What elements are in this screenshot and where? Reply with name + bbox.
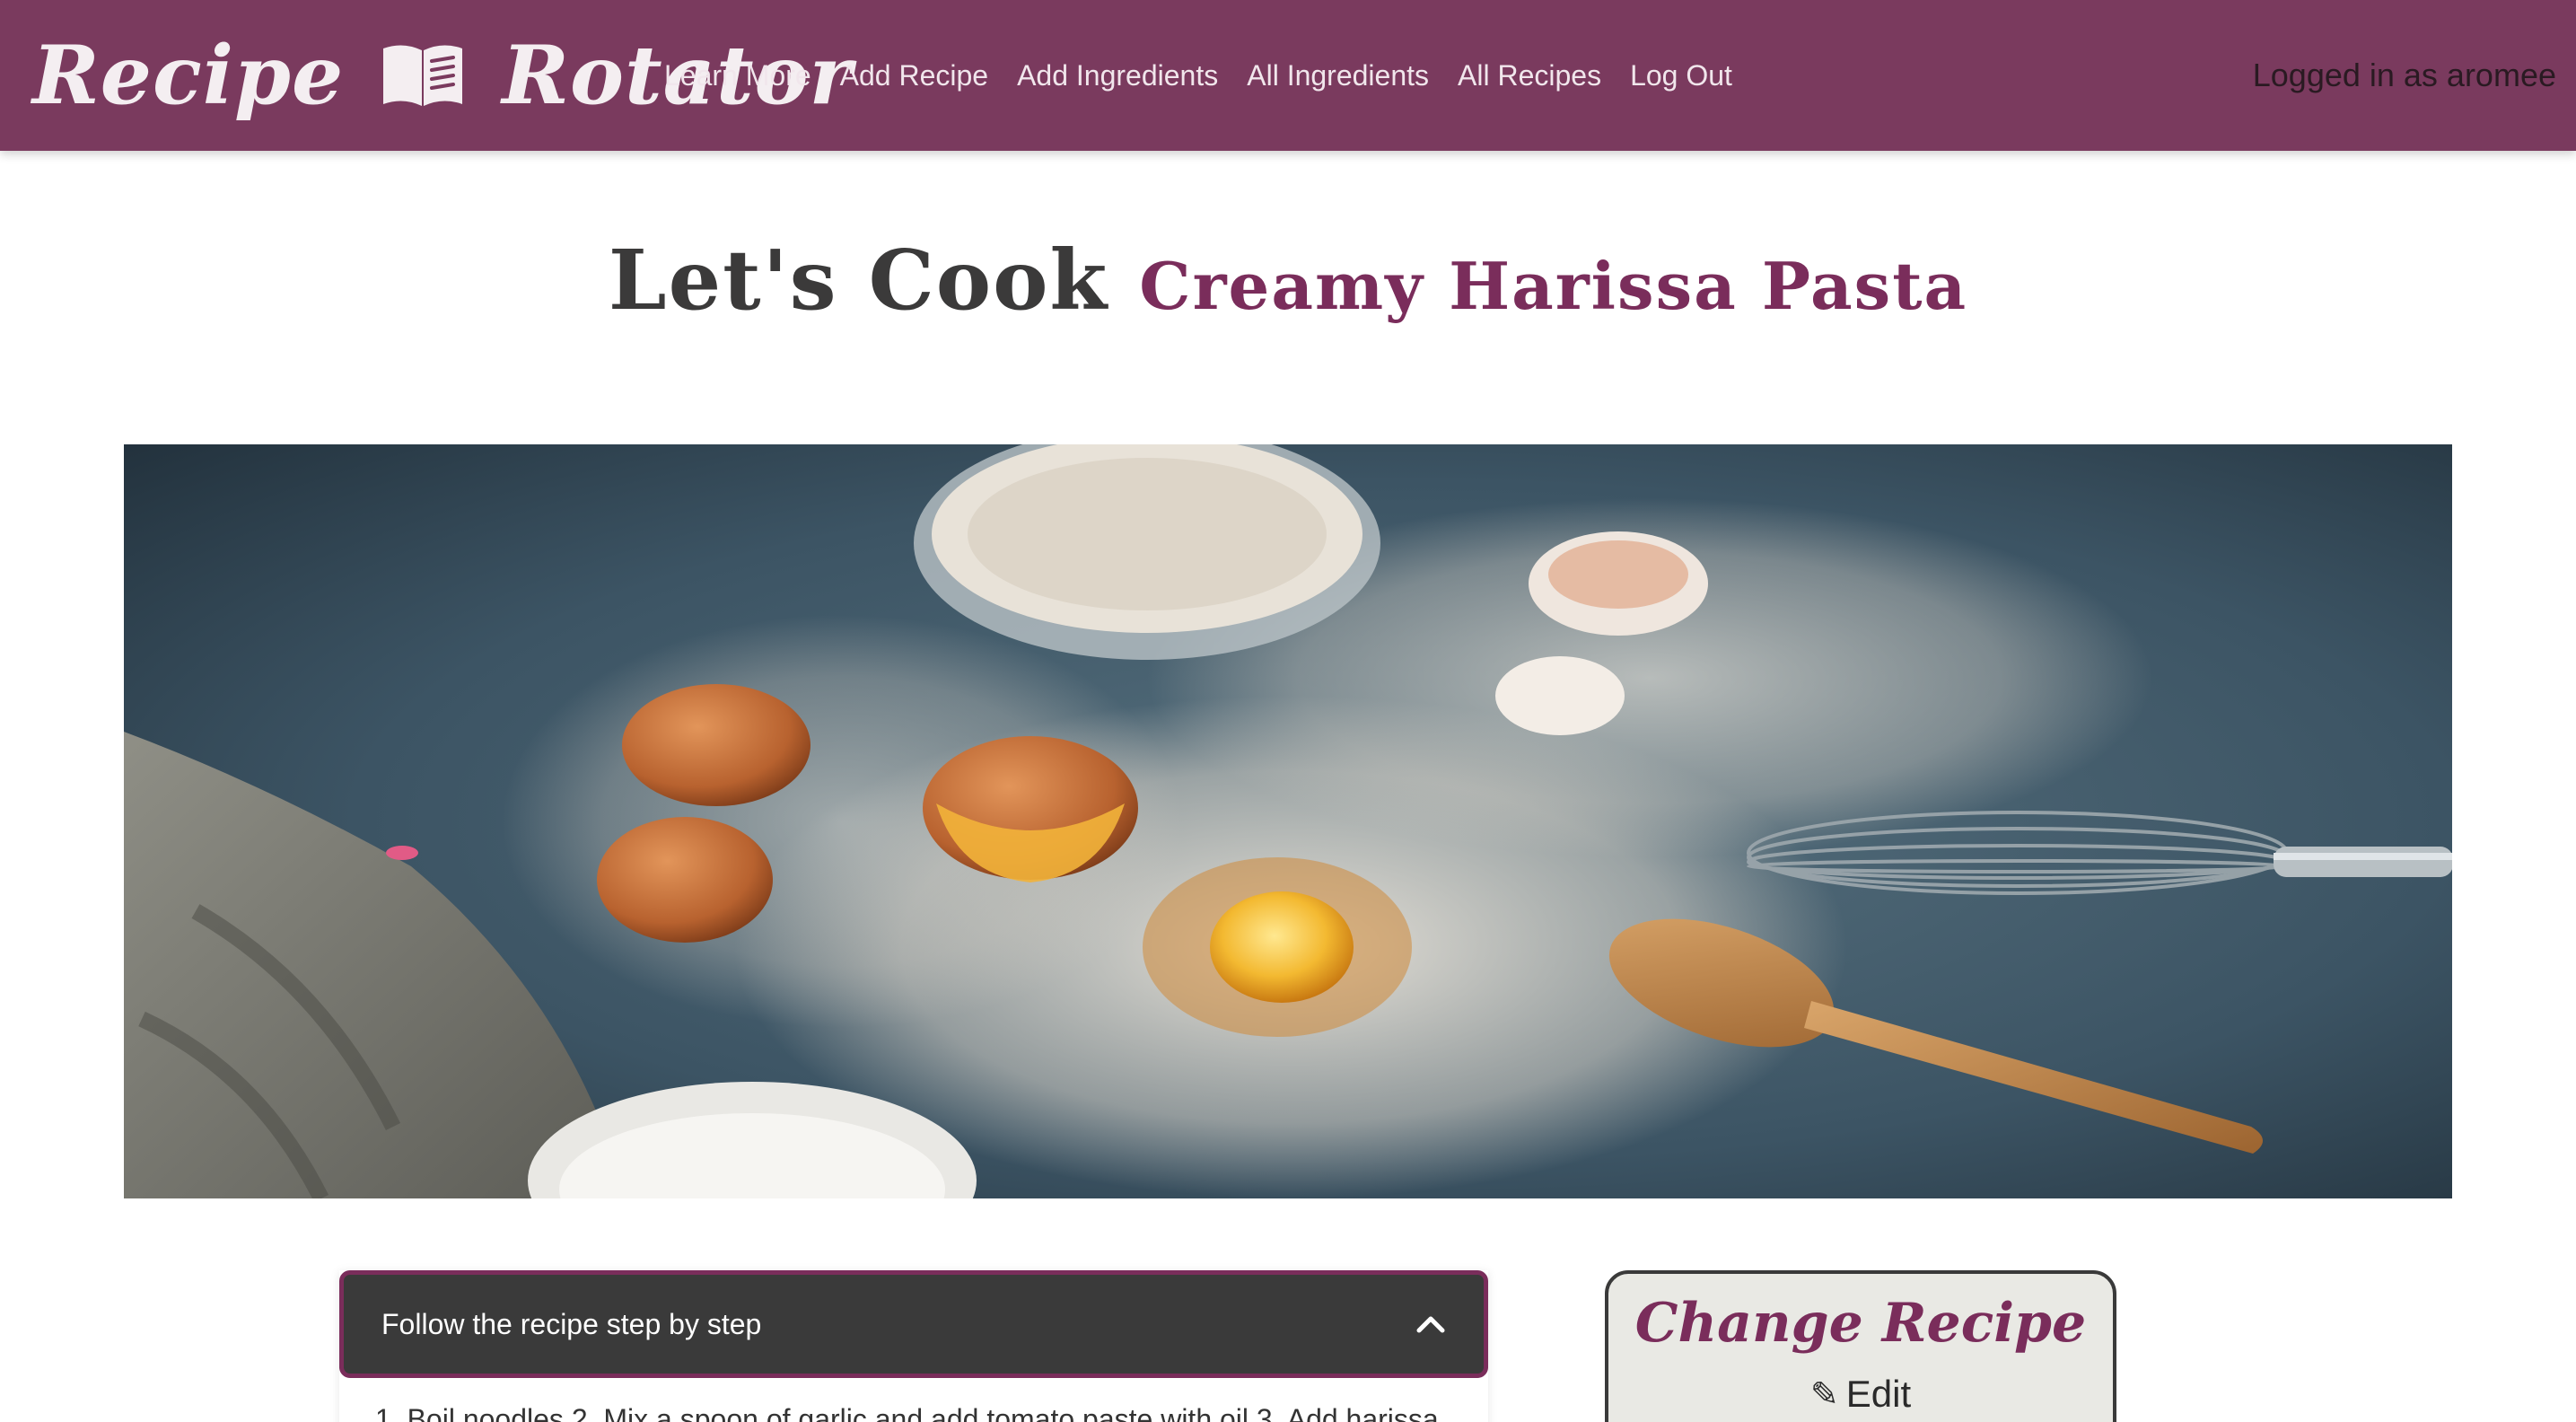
nav-link-all-ingredients[interactable]: All Ingredients bbox=[1247, 59, 1429, 92]
edit-recipe-link[interactable]: ✎ Edit bbox=[1608, 1373, 2113, 1416]
nav-link-learn-more[interactable]: Learn More bbox=[664, 59, 811, 92]
recipe-steps-accordion: Follow the recipe step by step 1. Boil n… bbox=[339, 1270, 1488, 1422]
nav-link-add-recipe[interactable]: Add Recipe bbox=[840, 59, 988, 92]
nav-link-log-out[interactable]: Log Out bbox=[1630, 59, 1732, 92]
page-title-lead: Let's Cook bbox=[608, 232, 1109, 329]
top-navbar: Recipe Rotator Learn More Add Recipe Add… bbox=[0, 0, 2576, 151]
edit-recipe-label: Edit bbox=[1845, 1373, 1912, 1415]
nav-link-add-ingredients[interactable]: Add Ingredients bbox=[1017, 59, 1218, 92]
cooking-ingredients-photo bbox=[124, 444, 2452, 1198]
recipe-banner-image bbox=[124, 444, 2452, 1198]
chevron-up-icon[interactable] bbox=[1415, 1314, 1446, 1334]
logged-in-status: Logged in as aromee bbox=[2252, 57, 2556, 93]
nav-links: Learn More Add Recipe Add Ingredients Al… bbox=[664, 0, 1732, 151]
recipe-name: Creamy Harissa Pasta bbox=[1139, 248, 1968, 324]
recipe-steps-toggle[interactable]: Follow the recipe step by step bbox=[339, 1270, 1488, 1378]
change-recipe-card: Change Recipe ✎ Edit bbox=[1605, 1270, 2116, 1422]
page-title: Let's Cook Creamy Harissa Pasta bbox=[0, 232, 2576, 329]
open-book-icon bbox=[383, 45, 463, 106]
nav-link-all-recipes[interactable]: All Recipes bbox=[1458, 59, 1601, 92]
recipe-steps-body: 1. Boil noodles 2. Mix a spoon of garlic… bbox=[375, 1403, 1439, 1422]
pencil-icon: ✎ bbox=[1809, 1375, 1839, 1414]
recipe-steps-header-label: Follow the recipe step by step bbox=[381, 1307, 762, 1340]
brand-word-left: Recipe bbox=[32, 28, 345, 123]
change-recipe-title: Change Recipe bbox=[1634, 1292, 2087, 1355]
